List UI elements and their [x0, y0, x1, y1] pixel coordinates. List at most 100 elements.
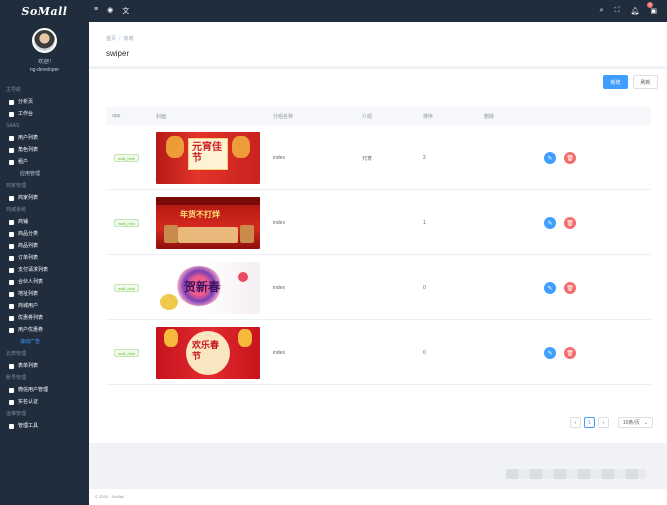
translate-icon[interactable]: 文	[122, 6, 129, 16]
refresh-button[interactable]: 刷新	[633, 75, 658, 89]
form-icon	[9, 363, 14, 369]
brand-logo[interactable]: SoMall	[0, 0, 89, 22]
sidebar-item[interactable]: 地址列表	[0, 288, 89, 300]
sort-cell: 0	[423, 350, 426, 356]
group-cell: index	[273, 285, 285, 291]
cover-image[interactable]: 年货不打烊	[156, 197, 260, 249]
avatar[interactable]	[32, 28, 57, 53]
notification-bell-icon[interactable]: 🔔︎	[630, 7, 639, 15]
sidebar-item-label: 优惠券列表	[18, 315, 44, 321]
edit-icon[interactable]: ✎	[544, 152, 556, 164]
app-tag: mall_mini	[114, 154, 139, 162]
sidebar-item[interactable]: 工作台	[0, 108, 89, 120]
sidebar-item[interactable]: 分析页	[0, 96, 89, 108]
page-size-select[interactable]: 10条/页 ⌄	[617, 417, 653, 428]
chart-icon	[9, 99, 14, 105]
sidebar-item[interactable]: 实名认证	[0, 396, 89, 408]
pagination: ‹ 1 › 10条/页 ⌄	[569, 417, 653, 428]
sidebar-item[interactable]: 租户	[0, 156, 89, 168]
sidebar-item[interactable]: 商城用户	[0, 300, 89, 312]
sidebar-item[interactable]: 应用管理	[0, 168, 89, 180]
delete-icon[interactable]: 🗑︎	[564, 282, 576, 294]
cover-text: 年货不打烊	[180, 209, 220, 219]
breadcrumb-home[interactable]: 首页	[106, 36, 116, 42]
edit-icon[interactable]: ✎	[544, 217, 556, 229]
sidebar-item[interactable]: 表单列表	[0, 360, 89, 372]
sidebar-item[interactable]: 订单列表	[0, 252, 89, 264]
sidebar-item[interactable]: 角色列表	[0, 144, 89, 156]
breadcrumb-mall[interactable]: 商城	[123, 36, 133, 42]
menu-toggle-icon[interactable]: ≡	[94, 6, 98, 16]
tool-icon	[9, 423, 14, 429]
sidebar-item-label: 商家列表	[18, 195, 39, 201]
next-page-button[interactable]: ›	[597, 417, 609, 428]
menu-group-label: 运维管理	[6, 411, 27, 417]
app-tag: mall_mini	[114, 284, 139, 292]
cover-text: 欢乐春节	[192, 341, 220, 362]
sidebar-item-label: 支付请求列表	[18, 267, 49, 273]
sidebar-item[interactable]: 优惠券列表	[0, 312, 89, 324]
delete-icon[interactable]: 🗑︎	[564, 152, 576, 164]
fullscreen-icon[interactable]: ⛶	[615, 7, 620, 15]
menu-group-label: 账号管理	[6, 375, 27, 381]
col-sort[interactable]: 排序	[423, 113, 433, 120]
sidebar-item[interactable]: 支付请求列表	[0, 264, 89, 276]
person-icon	[9, 327, 14, 333]
app-window: SoMall 欢迎!! ng-developer 主导航 分析页 工作台 SAAS 用户…	[0, 0, 667, 505]
menu-group-label: SAAS	[6, 123, 20, 129]
add-button[interactable]: 新增	[603, 75, 628, 89]
sidebar-item[interactable]: 商铺	[0, 216, 89, 228]
shop-icon	[9, 219, 14, 225]
watermark-blur	[506, 469, 646, 479]
main-content: 首页 / 商城 swiper 新增 刷新 app 封面 分组名称 介绍 排序 删除 …	[89, 22, 667, 505]
col-intro[interactable]: 介绍	[362, 113, 372, 120]
github-icon[interactable]: ◉	[107, 6, 113, 16]
sidebar-item[interactable]: 滚动广告	[0, 336, 89, 348]
user-name: ng-developer	[29, 67, 60, 73]
page-number-button[interactable]: 1	[583, 417, 595, 428]
sitemap-icon	[9, 231, 14, 237]
sidebar-item[interactable]: 商品分类	[0, 228, 89, 240]
monitor-icon	[9, 111, 14, 117]
id-icon	[9, 399, 14, 405]
list-icon	[9, 291, 14, 297]
delete-icon[interactable]: 🗑︎	[564, 217, 576, 229]
user-icon	[9, 135, 14, 141]
person-icon	[9, 315, 14, 321]
menu-group-label: 商城系统	[6, 207, 27, 213]
sidebar-item[interactable]: 微信用户管理	[0, 384, 89, 396]
sidebar-item-label: 租户	[18, 159, 29, 165]
sidebar-item-label: 用户优惠券	[18, 327, 44, 333]
person-icon	[9, 303, 14, 309]
sidebar-item[interactable]: 商品列表	[0, 240, 89, 252]
sidebar-item[interactable]: 商家列表	[0, 192, 89, 204]
cover-image[interactable]: 欢乐春节	[156, 327, 260, 379]
sidebar-item-label: 实名认证	[18, 399, 39, 405]
lantern-icon	[238, 329, 252, 347]
sidebar-item[interactable]: 合伙人列表	[0, 276, 89, 288]
group-cell: index	[273, 350, 285, 356]
pin-icon	[9, 243, 14, 249]
delete-icon[interactable]: 🗑︎	[564, 347, 576, 359]
sidebar-item[interactable]: 用户优惠券	[0, 324, 89, 336]
prev-page-button[interactable]: ‹	[569, 417, 581, 428]
key-icon	[9, 147, 14, 153]
sort-cell: 1	[423, 220, 426, 226]
col-group[interactable]: 分组名称	[273, 113, 293, 120]
col-delete[interactable]: 删除	[484, 113, 494, 120]
intro-cell: 元宵	[362, 156, 373, 162]
sidebar-item[interactable]: 管理工具	[0, 420, 89, 432]
col-cover[interactable]: 封面	[156, 113, 166, 120]
search-icon[interactable]: ⌕	[600, 7, 604, 15]
sidebar-item[interactable]: 用户列表	[0, 132, 89, 144]
edit-icon[interactable]: ✎	[544, 347, 556, 359]
lantern-icon	[166, 136, 184, 158]
cover-image[interactable]: 贺新春	[156, 262, 260, 314]
settings-icon[interactable]: ▣	[650, 7, 657, 15]
sidebar: SoMall 欢迎!! ng-developer 主导航 分析页 工作台 SAAS 用户…	[0, 0, 89, 505]
col-app[interactable]: app	[112, 113, 120, 119]
menu-group-label: 云表管理	[6, 351, 27, 357]
edit-icon[interactable]: ✎	[544, 282, 556, 294]
bank-icon	[9, 279, 14, 285]
cover-image[interactable]: 元宵佳节	[156, 132, 260, 184]
